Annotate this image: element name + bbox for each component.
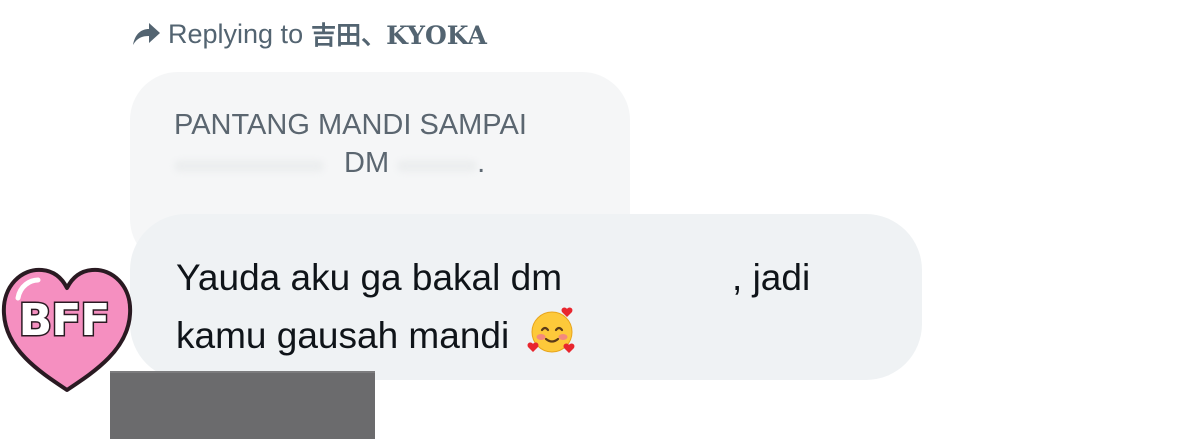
message-line2: kamu gausah mandi (176, 306, 882, 364)
quoted-message-dm: DM (344, 147, 390, 179)
reply-prefix: Replying to (168, 18, 304, 49)
redacted-text (562, 280, 732, 290)
quoted-message-line1: PANTANG MANDI SAMPAI (174, 109, 527, 141)
message-text-part2: , jadi (732, 257, 811, 298)
redacted-text (174, 160, 324, 172)
reply-context: Replying to 吉田、KYOKA (130, 14, 487, 54)
redacted-block (110, 371, 375, 439)
sticker-label: BFF (17, 294, 112, 348)
message-line1: Yauda aku ga bakal dm , jadi (176, 250, 882, 306)
reply-arrow-icon (130, 18, 162, 50)
redacted-text (397, 160, 478, 172)
message-text-part1: Yauda aku ga bakal dm (176, 257, 563, 298)
dm-conversation: Replying to 吉田、KYOKA PANTANG MANDI SAMPA… (0, 0, 1200, 439)
message-bubble[interactable]: Yauda aku ga bakal dm , jadi kamu gausah … (130, 214, 922, 380)
quoted-message-period: . (477, 147, 486, 179)
reply-username[interactable]: 吉田、KYOKA (311, 16, 487, 52)
message-text-line2: kamu gausah mandi (176, 315, 510, 356)
smiling-face-with-hearts-icon (527, 306, 577, 356)
quoted-message-line2: DM . (174, 144, 590, 182)
